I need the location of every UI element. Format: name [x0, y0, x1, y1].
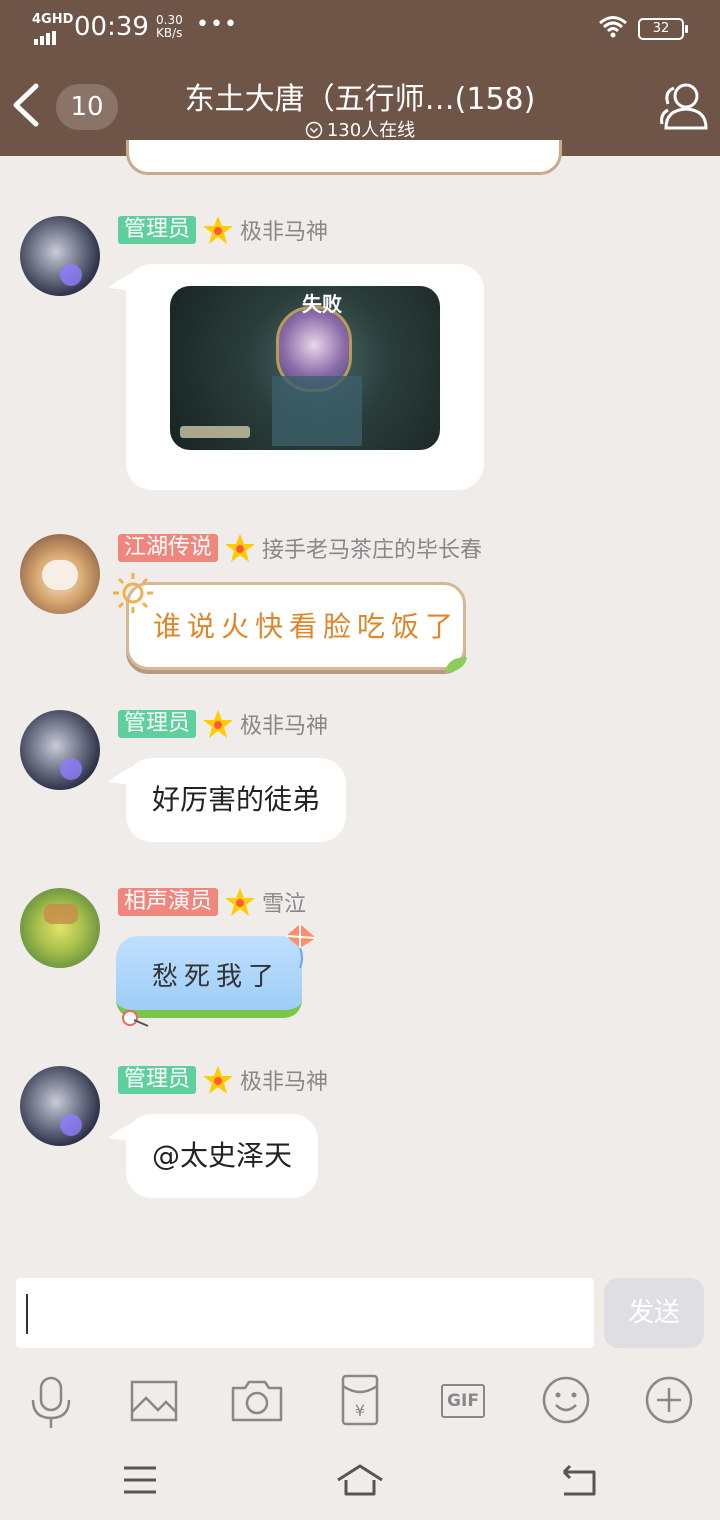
back-icon[interactable]	[550, 1458, 610, 1502]
nickname[interactable]: 极非马神	[240, 714, 328, 739]
unread-count-badge[interactable]: 10	[56, 84, 118, 130]
message-meta: 管理员 极非马神	[118, 214, 328, 245]
network-indicator: 4GHD	[32, 12, 74, 27]
game-screenshot-image[interactable]: 失败	[170, 286, 440, 450]
star-icon	[203, 1066, 234, 1094]
message-text: 好厉害的徒弟	[152, 783, 321, 816]
network-speed: 0.30 KB/s	[156, 14, 183, 40]
image-message-bubble[interactable]: 失败	[126, 264, 484, 490]
message-meta: 管理员 极非马神	[118, 708, 328, 739]
plus-icon[interactable]	[639, 1370, 699, 1430]
online-count[interactable]: 130人在线	[160, 116, 560, 142]
gif-icon[interactable]: GIF	[433, 1370, 493, 1430]
speed-value: 0.30	[156, 13, 183, 27]
kite-icon	[285, 924, 317, 969]
speed-unit: KB/s	[156, 26, 183, 40]
group-title[interactable]: 东土大唐（五行师…(158)	[160, 74, 560, 118]
emoji-icon[interactable]	[536, 1370, 596, 1430]
message-text: 谁说火快看脸吃饭了	[153, 610, 460, 643]
gif-label: GIF	[441, 1384, 485, 1418]
star-icon	[225, 534, 256, 562]
role-badge: 管理员	[118, 710, 197, 738]
wifi-icon	[599, 16, 627, 38]
status-time: 00:39	[74, 12, 149, 42]
styled-text-bubble[interactable]: 愁死我了	[116, 924, 317, 1027]
nickname[interactable]: 极非马神	[240, 1070, 328, 1095]
star-icon	[225, 888, 256, 916]
role-badge: 江湖传说	[118, 534, 219, 562]
avatar[interactable]	[20, 1066, 100, 1146]
message-text: 愁死我了	[152, 962, 281, 992]
svg-text:¥: ¥	[355, 1401, 365, 1420]
nickname[interactable]: 极非马神	[240, 220, 328, 245]
role-badge: 管理员	[118, 1066, 197, 1094]
message-meta: 管理员 极非马神	[118, 1064, 328, 1095]
message-meta: 江湖传说 接手老马茶庄的毕长春	[118, 532, 482, 563]
role-badge: 相声演员	[118, 888, 219, 916]
spool-icon	[122, 1010, 149, 1027]
nickname[interactable]: 雪泣	[262, 892, 306, 917]
avatar[interactable]	[20, 888, 100, 968]
microphone-icon[interactable]	[21, 1370, 81, 1430]
avatar[interactable]	[20, 534, 100, 614]
star-icon	[203, 710, 234, 738]
home-icon[interactable]	[330, 1458, 390, 1502]
group-members-icon[interactable]	[654, 78, 710, 134]
signal-icon	[34, 26, 58, 45]
sun-icon	[113, 573, 153, 613]
red-packet-icon[interactable]: ¥	[330, 1370, 390, 1430]
nickname[interactable]: 接手老马茶庄的毕长春	[262, 538, 482, 563]
online-count-label: 130人在线	[326, 120, 416, 141]
text-message-bubble[interactable]: 好厉害的徒弟	[126, 758, 347, 842]
battery-indicator: 32	[638, 18, 688, 40]
send-button[interactable]: 发送	[604, 1278, 704, 1348]
avatar[interactable]	[20, 710, 100, 790]
previous-message-bubble	[126, 140, 562, 175]
text-message-bubble[interactable]: @太史泽天	[126, 1114, 319, 1198]
leaf-icon	[445, 657, 467, 673]
message-meta: 相声演员 雪泣	[118, 886, 306, 917]
image-caption: 失败	[302, 292, 342, 316]
avatar[interactable]	[20, 216, 100, 296]
image-icon[interactable]	[124, 1370, 184, 1430]
system-nav-bar	[0, 1440, 720, 1520]
role-badge: 管理员	[118, 216, 197, 244]
star-icon	[203, 216, 234, 244]
back-arrow-icon[interactable]	[8, 80, 44, 130]
styled-text-bubble[interactable]: 谁说火快看脸吃饭了	[113, 573, 467, 673]
chevron-down-circle-icon	[305, 121, 323, 139]
menu-icon[interactable]	[110, 1458, 170, 1502]
text-cursor	[26, 1294, 28, 1334]
status-bar: 4GHD 00:39 0.30 KB/s ••• 32	[0, 0, 720, 56]
message-input[interactable]	[16, 1278, 594, 1348]
camera-icon[interactable]	[227, 1370, 287, 1430]
input-toolbar: ¥ GIF	[0, 1360, 720, 1440]
message-text: @太史泽天	[152, 1139, 293, 1172]
more-notifications: •••	[196, 12, 238, 37]
top-bar: 4GHD 00:39 0.30 KB/s ••• 32 10 东土大唐（五行师……	[0, 0, 720, 156]
